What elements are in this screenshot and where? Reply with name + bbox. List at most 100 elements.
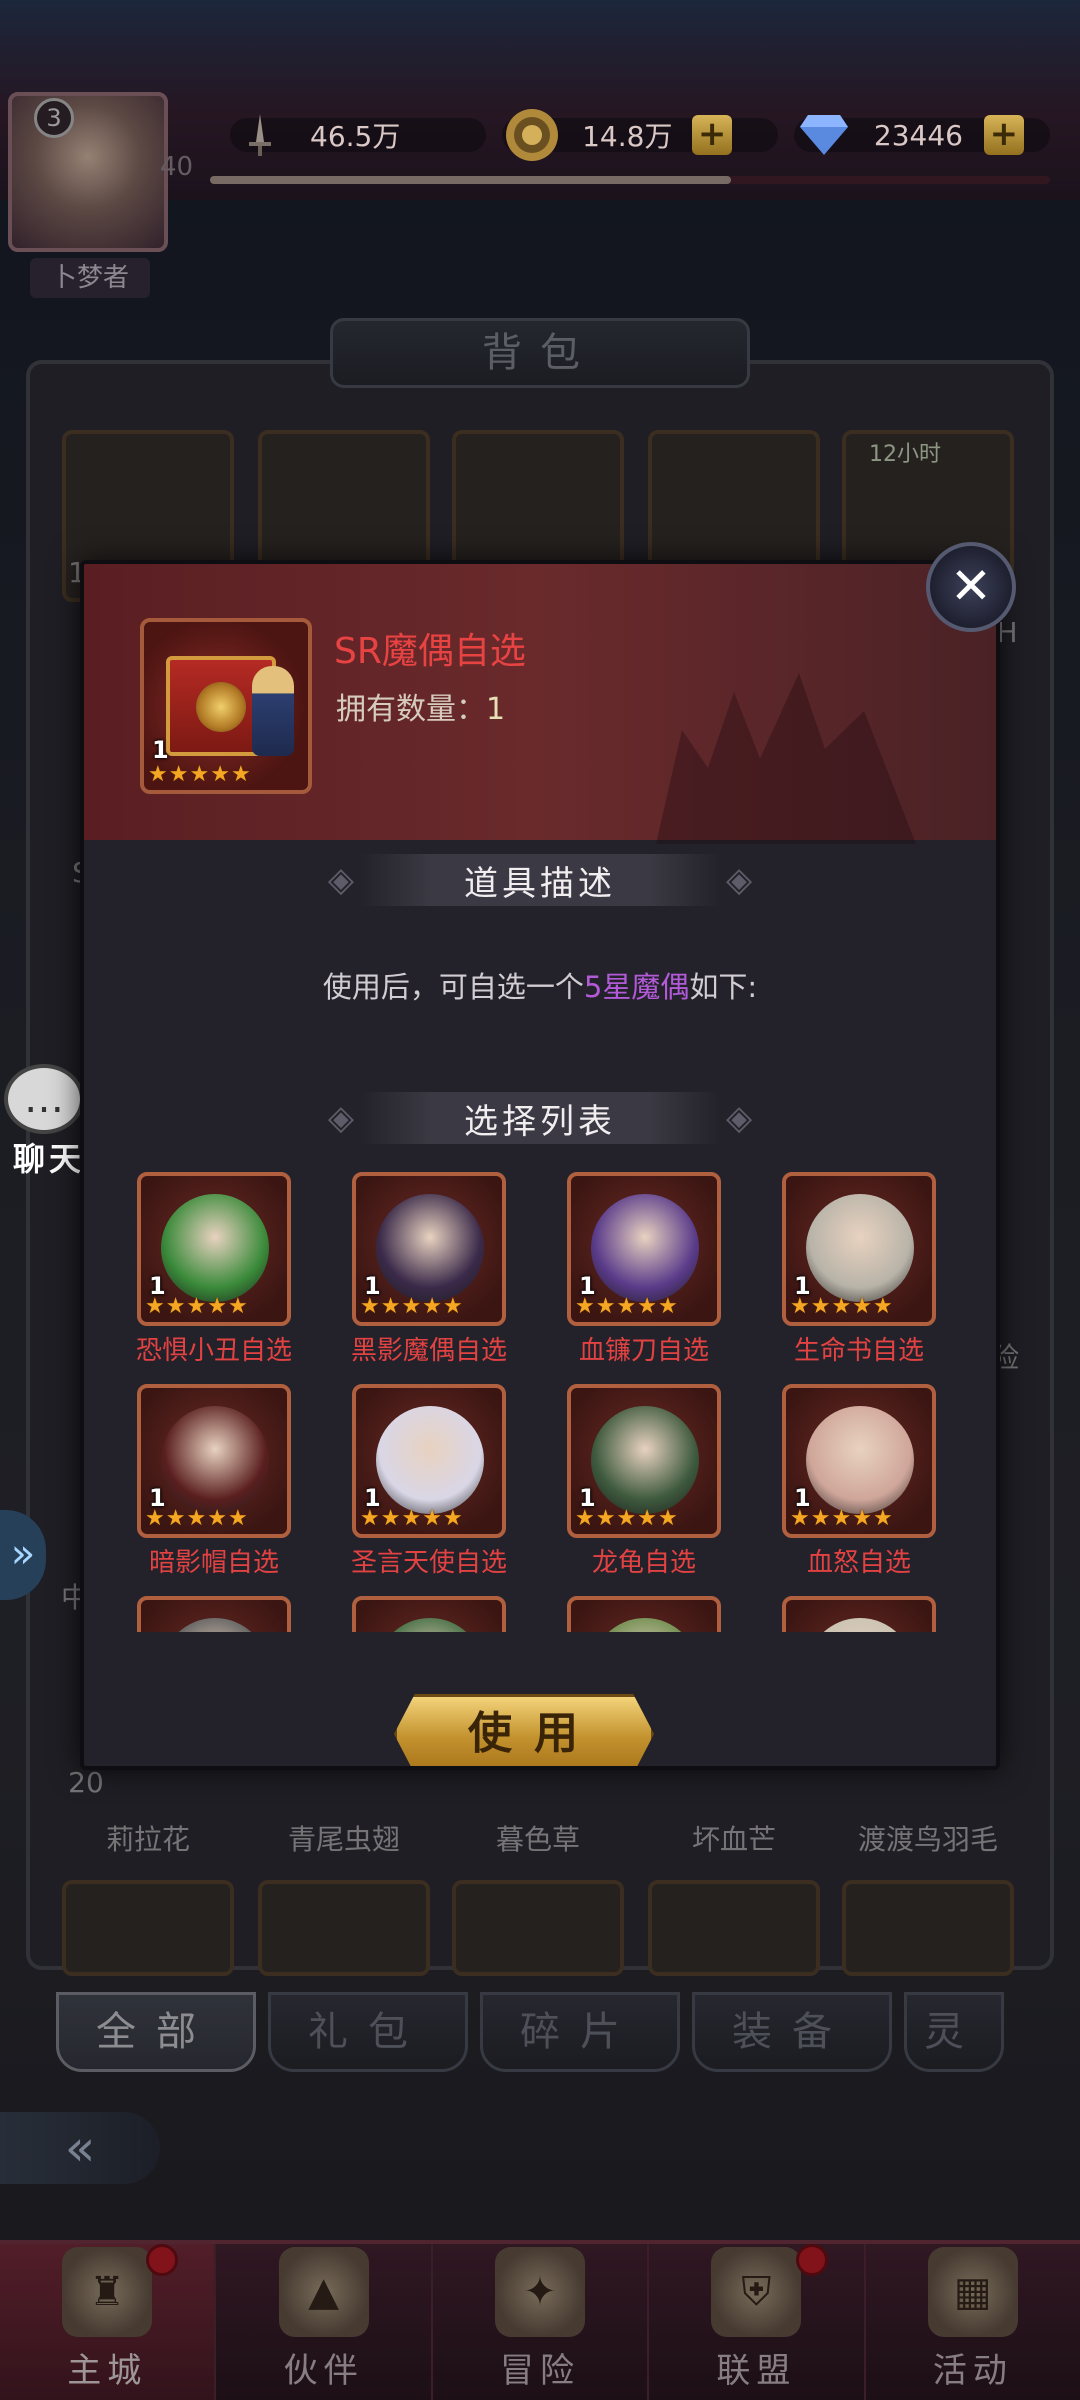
choice-stars: ★ ★ ★ ★ ★ [145,1296,248,1318]
star-icon: ★ [380,1294,401,1319]
star-icon: ★ [637,1506,657,1531]
star-icon: ★ [790,1506,810,1531]
diamond-value: 23446 [873,118,963,152]
star-icon: ★ [595,1294,616,1319]
choice-card[interactable]: 1 ★ ★ ★ ★ ★ 生命书自选 [759,1172,959,1367]
desc-text: 使用后，可自选一个 [322,970,584,1004]
combat-power-value: 46.5万 [310,120,401,153]
star-icon: ★ [401,1294,422,1319]
character-face [806,1406,914,1514]
choice-portrait: 1 ★ ★ ★ ★ ★ [352,1172,506,1326]
choice-card[interactable]: 1 ★ ★ ★ ★ ★ 龙龟自选 [544,1384,744,1579]
character-face [376,1194,484,1302]
star-icon: ★ [616,1294,637,1319]
section-title: 道具描述 [360,854,720,906]
choice-portrait [567,1596,721,1632]
star-icon: ★ [189,762,210,787]
star-icon: ★ [401,1506,422,1531]
game-screen: { "player": { "level": "3", "exp_level":… [0,0,1080,2400]
choice-stars: ★ ★ ★ ★ ★ [360,1296,463,1318]
choice-card[interactable]: 1 ★ ★ ★ ★ ★ 血怒自选 [759,1384,959,1579]
choice-portrait [137,1596,291,1632]
owned-label: 拥有数量： [336,692,486,727]
choice-grid[interactable]: 1 ★ ★ ★ ★ ★ 恐惧小丑自选 1 ★ ★ ★ ★ ★ 黑影魔偶自选 1 ★ ★ ★ ★ ★ 血镰刀自选 1 ★ ★ ★ ★… [114,1172,974,1632]
add-gold-button[interactable]: + [692,115,733,155]
star-icon: ★ [207,1294,227,1319]
star-icon: ★ [168,762,189,787]
choice-card[interactable]: 1 ★ ★ ★ ★ ★ 黑影魔偶自选 [329,1172,529,1367]
item-description: 使用后，可自选一个5星魔偶如下: [84,964,996,1006]
choice-name: 暗影帽自选 [148,1548,279,1578]
use-button[interactable]: 使用 [394,1694,654,1766]
choice-card[interactable]: 1 ★ ★ ★ ★ ★ 血镰刀自选 [544,1172,744,1367]
close-icon: ✕ [950,557,992,615]
star-icon: ★ [595,1506,616,1531]
choice-card[interactable]: 1 ★ ★ ★ ★ ★ 暗影帽自选 [114,1384,314,1579]
choice-card[interactable]: 1 ★ ★ ★ ★ ★ 圣言天使自选 [329,1384,529,1579]
star-icon: ★ [186,1294,207,1319]
star-icon: ★ [442,1506,463,1531]
choice-name: 黑影魔偶自选 [350,1336,507,1366]
section-title: 选择列表 [360,1092,720,1144]
choice-portrait [782,1596,936,1632]
star-icon: ★ [657,1506,678,1531]
star-icon: ★ [575,1506,595,1531]
item-count: 1 [152,736,169,764]
character-face [591,1406,699,1514]
choice-stars: ★ ★ ★ ★ ★ [575,1508,678,1530]
star-icon: ★ [360,1506,380,1531]
star-icon: ★ [831,1506,852,1531]
section-description: ◈ 道具描述 ◈ [84,850,996,910]
star-icon: ★ [207,1506,227,1531]
owned-quantity: 拥有数量：1 [336,684,505,728]
double-chevron-icon: » [10,1531,36,1577]
gold-value: 14.8万 [582,120,673,153]
star-icon: ★ [148,762,168,787]
star-icon: ★ [442,1294,463,1319]
star-icon: ★ [810,1506,831,1531]
star-icon: ★ [145,1506,165,1531]
choice-portrait: 1 ★ ★ ★ ★ ★ [782,1172,936,1326]
star-icon: ★ [422,1294,442,1319]
choice-stars: ★ ★ ★ ★ ★ [790,1508,893,1530]
section-choice-list: ◈ 选择列表 ◈ [84,1088,996,1148]
star-icon: ★ [380,1506,401,1531]
add-diamond-button[interactable]: + [983,115,1024,155]
star-icon: ★ [575,1294,595,1319]
choice-name: 血镰刀自选 [578,1336,709,1366]
choice-card[interactable] [544,1596,744,1632]
item-name: SR魔偶自选 [334,631,526,672]
character-face [591,1618,699,1632]
item-dialog: 1 ★ ★ ★ ★ ★ SR魔偶自选 拥有数量：1 ◈ 道具描述 ◈ 使用后，可自选一个5星… [80,560,1000,1770]
choice-portrait: 1 ★ ★ ★ ★ ★ [352,1384,506,1538]
star-icon: ★ [872,1294,893,1319]
sword-icon [230,105,290,165]
star-icon: ★ [145,1294,165,1319]
choice-name: 血怒自选 [806,1548,911,1578]
choice-stars: ★ ★ ★ ★ ★ [145,1508,248,1530]
character-face [376,1618,484,1632]
desc-highlight: 5星魔偶 [583,970,690,1004]
character-face [161,1406,269,1514]
close-button[interactable]: ✕ [926,542,1016,632]
choice-stars: ★ ★ ★ ★ ★ [575,1296,678,1318]
choice-card[interactable]: 1 ★ ★ ★ ★ ★ 恐惧小丑自选 [114,1172,314,1367]
choice-card[interactable] [759,1596,959,1632]
choice-portrait: 1 ★ ★ ★ ★ ★ [137,1172,291,1326]
desc-text: 如下: [689,970,758,1004]
choice-name: 生命书自选 [793,1336,924,1366]
gold-coin-icon [502,105,562,165]
star-icon: ★ [872,1506,893,1531]
star-icon: ★ [657,1294,678,1319]
star-icon: ★ [810,1294,831,1319]
choice-portrait [352,1596,506,1632]
choice-name: 龙龟自选 [591,1548,696,1578]
choice-card[interactable] [114,1596,314,1632]
choice-name: 圣言天使自选 [350,1548,507,1578]
star-icon: ★ [360,1294,380,1319]
choice-portrait: 1 ★ ★ ★ ★ ★ [567,1172,721,1326]
star-icon: ★ [852,1506,872,1531]
character-face [161,1618,269,1632]
choice-card[interactable] [329,1596,529,1632]
star-icon: ★ [790,1294,810,1319]
